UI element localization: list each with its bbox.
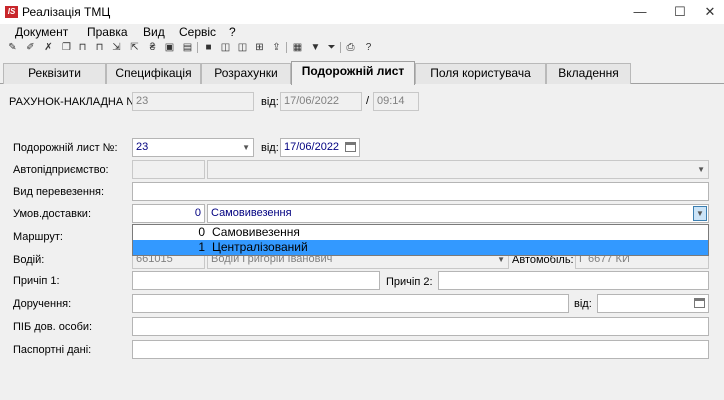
trailer1-label: Причіп 1: xyxy=(13,275,60,287)
power-of-attorney-label: Доручення: xyxy=(13,298,72,310)
delivery-value: Самовивезення xyxy=(211,207,292,219)
company-label: Автопідприємство: xyxy=(13,164,109,176)
company-code-field xyxy=(132,160,205,179)
calendar-icon[interactable] xyxy=(694,298,705,308)
driver-label: Водій: xyxy=(13,254,45,266)
delete-icon[interactable]: ✗ xyxy=(42,41,55,54)
tab-requisites[interactable]: Реквізити xyxy=(3,63,106,84)
tab-waybill[interactable]: Подорожній лист xyxy=(291,61,415,85)
edit-icon[interactable]: ✐ xyxy=(24,41,37,54)
menu-service[interactable]: Сервіс xyxy=(179,25,216,39)
new-icon[interactable]: ✎ xyxy=(6,41,19,54)
menu-help[interactable]: ? xyxy=(229,25,236,39)
toolbar-separator xyxy=(340,42,341,53)
columns-icon[interactable]: ◫ xyxy=(236,41,249,54)
passport-label: Паспортні дані: xyxy=(13,344,92,356)
print-icon[interactable]: ⎙ xyxy=(344,41,357,54)
menu-view[interactable]: Вид xyxy=(143,25,165,39)
invoice-date-field: 17/06/2022 xyxy=(280,92,362,111)
toolbar-separator xyxy=(286,42,287,53)
option-name: Самовивезення xyxy=(212,225,300,239)
minimize-button[interactable]: — xyxy=(630,3,650,21)
poa-date-field[interactable] xyxy=(597,294,709,313)
save-icon[interactable]: ■ xyxy=(202,41,215,54)
power-of-attorney-field[interactable] xyxy=(132,294,569,313)
waybill-date-field[interactable]: 17/06/2022 xyxy=(280,138,360,157)
close-button[interactable]: ✕ xyxy=(700,3,720,21)
tab-attachments[interactable]: Вкладення xyxy=(546,63,631,84)
waybill-date-value: 17/06/2022 xyxy=(284,141,340,153)
invoice-time-field: 09:14 xyxy=(373,92,419,111)
tree-icon[interactable]: ⊞ xyxy=(253,41,266,54)
tax3-icon[interactable]: ▤ xyxy=(181,41,194,54)
tab-user-fields[interactable]: Поля користувача xyxy=(415,63,546,84)
waybill-date-label: від: xyxy=(261,142,279,154)
delivery-dropdown-list: 0 Самовивезення 1 Централізований xyxy=(132,224,709,256)
link-icon[interactable]: ⇲ xyxy=(110,41,123,54)
transport-type-label: Вид перевезення: xyxy=(13,186,105,198)
trailer1-field[interactable] xyxy=(132,271,380,290)
option-code: 0 xyxy=(198,225,205,239)
help-icon[interactable]: ? xyxy=(362,41,375,54)
toolbar-separator xyxy=(197,42,198,53)
transport-type-field[interactable] xyxy=(132,182,709,201)
toolbar: ✎ ✐ ✗ ❐ ⊓ ⊓ ⇲ ⇱ ₴ ▣ ▤ ■ ◫ ◫ ⊞ ⇪ ▦ ▼ ⏷ ⎙ … xyxy=(0,40,724,56)
import-icon[interactable]: ⇪ xyxy=(270,41,283,54)
chevron-down-icon[interactable]: ▼ xyxy=(693,206,707,221)
add-row-icon[interactable]: ⊓ xyxy=(76,41,89,54)
calendar-icon[interactable] xyxy=(345,142,356,152)
add-row2-icon[interactable]: ⊓ xyxy=(93,41,106,54)
window-title: Реалізація ТМЦ xyxy=(22,5,111,19)
authorized-person-field[interactable] xyxy=(132,317,709,336)
delivery-combobox[interactable]: Самовивезення ▼ xyxy=(207,204,709,223)
tab-specification[interactable]: Специфікація xyxy=(106,63,201,84)
tax-icon[interactable]: ₴ xyxy=(146,41,159,54)
delivery-option-centralized[interactable]: 1 Централізований xyxy=(133,240,708,255)
trailer2-field[interactable] xyxy=(438,271,709,290)
company-name-combobox: ▼ xyxy=(207,160,709,179)
title-bar: IS Реалізація ТМЦ — ☐ ✕ xyxy=(0,0,724,24)
invoice-number-field: 23 xyxy=(132,92,254,111)
grid-icon[interactable]: ▦ xyxy=(291,41,304,54)
menu-bar: Документ Правка Вид Сервіс ? xyxy=(0,24,724,40)
invoice-number-label: РАХУНОК-НАКЛАДНА №: xyxy=(9,96,142,108)
waybill-number-value: 23 xyxy=(136,141,149,153)
delivery-label: Умов.доставки: xyxy=(13,208,91,220)
copy-icon[interactable]: ❐ xyxy=(60,41,73,54)
poa-date-label: від: xyxy=(574,298,592,310)
filter-dropdown-icon[interactable]: ⏷ xyxy=(325,41,338,54)
maximize-button[interactable]: ☐ xyxy=(670,3,690,21)
option-code: 1 xyxy=(198,240,205,254)
authorized-person-label: ПІБ дов. особи: xyxy=(13,321,93,333)
chevron-down-icon: ▼ xyxy=(697,165,705,174)
waybill-number-label: Подорожній лист №: xyxy=(13,142,118,154)
trailer2-label: Причіп 2: xyxy=(386,276,433,288)
option-name: Централізований xyxy=(212,240,308,254)
invoice-date-label: від: xyxy=(261,96,279,108)
tax2-icon[interactable]: ▣ xyxy=(163,41,176,54)
tab-strip: Реквізити Специфікація Розрахунки Подоро… xyxy=(0,61,724,85)
menu-document[interactable]: Документ xyxy=(15,25,68,39)
delivery-option-self-pickup[interactable]: 0 Самовивезення xyxy=(133,225,708,240)
delivery-code-field[interactable]: 0 xyxy=(132,204,205,223)
app-logo-icon: IS xyxy=(5,6,18,18)
tab-settlements[interactable]: Розрахунки xyxy=(201,63,291,84)
window-icon[interactable]: ◫ xyxy=(219,41,232,54)
chevron-down-icon[interactable]: ▼ xyxy=(242,139,250,156)
route-label: Маршрут: xyxy=(13,231,63,243)
filter-icon[interactable]: ▼ xyxy=(309,41,322,54)
passport-field[interactable] xyxy=(132,340,709,359)
menu-edit[interactable]: Правка xyxy=(87,25,128,39)
date-time-separator: / xyxy=(366,95,370,107)
waybill-number-combobox[interactable]: 23 ▼ xyxy=(132,138,254,157)
link2-icon[interactable]: ⇱ xyxy=(128,41,141,54)
